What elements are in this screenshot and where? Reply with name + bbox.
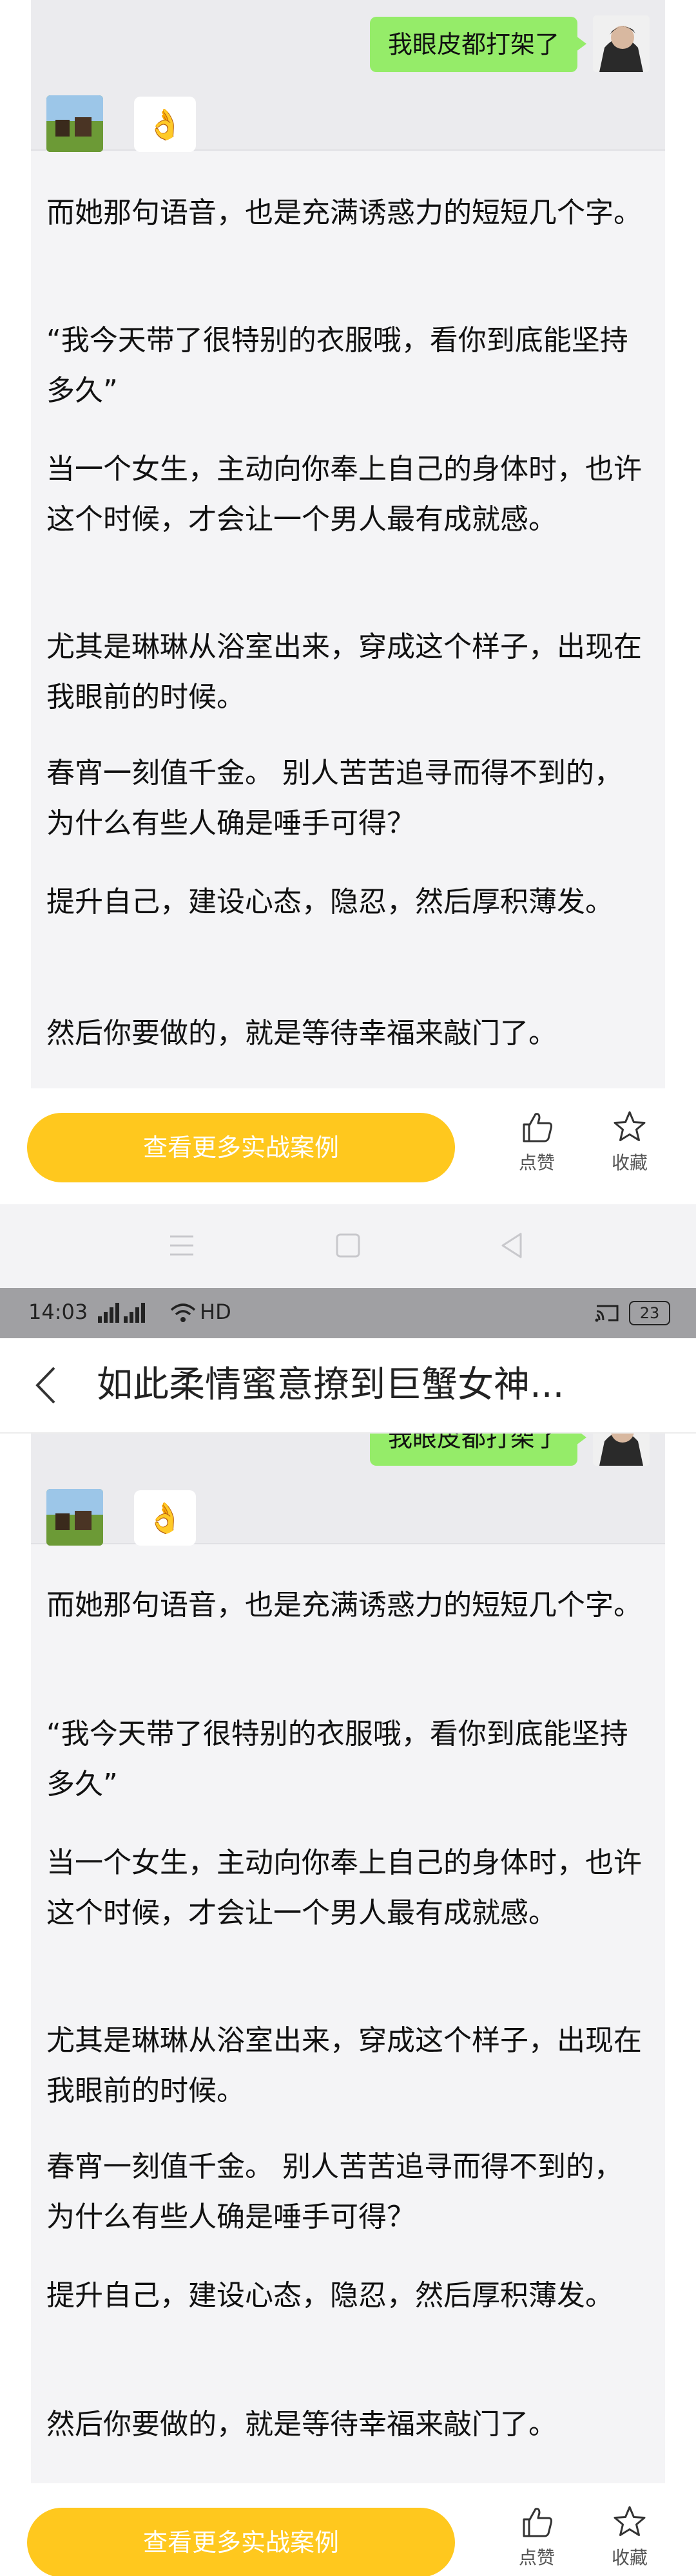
favorite-button[interactable]: 收藏 xyxy=(594,2504,665,2570)
like-button[interactable]: 点赞 xyxy=(501,1109,572,1175)
article-paragraph: 尤其是琳琳从浴室出来，穿成这个样子，出现在我眼前的时候。 xyxy=(46,630,642,714)
outgoing-message-bubble: 我眼皮都打架了 xyxy=(369,17,587,72)
wifi-icon xyxy=(170,1303,196,1322)
contact-avatar xyxy=(46,95,103,152)
view-more-cases-button[interactable]: 查看更多实战案例 xyxy=(27,2508,455,2576)
article-card: 我眼皮都打架了 👌 而她那句语音，也是充满诱惑力的短短几个字。 “我今天带了很特… xyxy=(31,1434,665,2483)
menu-nav-button[interactable] xyxy=(169,1231,195,1262)
thumbs-up-icon xyxy=(523,2508,552,2537)
favorite-label: 收藏 xyxy=(611,1152,648,1173)
view-more-cases-button[interactable]: 查看更多实战案例 xyxy=(27,1113,455,1182)
article-card: 我眼皮都打架了 👌 而她那句语音，也是充满诱惑力的短短几个字。 “我今天带了很特… xyxy=(31,0,665,1088)
cast-icon xyxy=(595,1305,619,1322)
article-paragraph: 当一个女生，主动向你奉上自己的身体时，也许这个时候，才会让一个男人最有成就感。 xyxy=(46,453,642,536)
network-indicator: HD xyxy=(200,1300,231,1324)
article-paragraph: 提升自己，建设心态，隐忍，然后厚积薄发。 xyxy=(46,2279,614,2312)
status-bar: 14:03 HD 23 xyxy=(0,1288,696,1338)
article-paragraph: 然后你要做的，就是等待幸福来敲门了。 xyxy=(46,1017,557,1050)
square-icon xyxy=(336,1233,360,1258)
ok-hand-emoji-message: 👌 xyxy=(134,1490,196,1546)
contact-avatar xyxy=(46,1489,103,1546)
favorite-label: 收藏 xyxy=(611,2547,648,2568)
page-header: 如此柔情蜜意撩到巨蟹女神... xyxy=(0,1338,696,1434)
article-paragraph: 然后你要做的，就是等待幸福来敲门了。 xyxy=(46,2408,557,2441)
article-paragraph: “我今天带了很特别的衣服哦，看你到底能坚持多久” xyxy=(46,1718,628,1801)
article-paragraph: 提升自己，建设心态，隐忍，然后厚积薄发。 xyxy=(46,886,614,918)
back-button[interactable] xyxy=(28,1364,67,1409)
battery-icon: 23 xyxy=(629,1301,670,1325)
article-paragraph: 而她那句语音，也是充满诱惑力的短短几个字。 xyxy=(46,1589,642,1622)
page-title: 如此柔情蜜意撩到巨蟹女神... xyxy=(97,1364,565,1406)
article-paragraph: 当一个女生，主动向你奉上自己的身体时，也许这个时候，才会让一个男人最有成就感。 xyxy=(46,1846,642,1929)
article-paragraph: 春宵一刻值千金。 别人苦苦追寻而得不到的，为什么有些人确是唾手可得？ xyxy=(46,2150,623,2233)
ok-hand-emoji-message: 👌 xyxy=(134,97,196,152)
chevron-left-icon xyxy=(35,1367,55,1404)
like-label: 点赞 xyxy=(518,1152,555,1173)
star-icon xyxy=(614,2506,646,2536)
star-icon xyxy=(614,1111,646,1141)
outgoing-message-bubble: 我眼皮都打架了 xyxy=(369,1434,587,1466)
user-avatar xyxy=(593,15,650,72)
thumbs-up-icon xyxy=(523,1113,552,1142)
screenshot-top: 我眼皮都打架了 👌 而她那句语音，也是充满诱惑力的短短几个字。 “我今天带了很特… xyxy=(0,0,696,1204)
like-label: 点赞 xyxy=(518,2547,555,2568)
article-paragraph: “我今天带了很特别的衣服哦，看你到底能坚持多久” xyxy=(46,324,628,407)
system-navigation-bar xyxy=(0,1204,696,1288)
article-paragraph: 春宵一刻值千金。 别人苦苦追寻而得不到的，为什么有些人确是唾手可得？ xyxy=(46,757,623,840)
chat-screenshot: 我眼皮都打架了 👌 xyxy=(31,0,665,152)
battery-level: 23 xyxy=(639,1304,660,1322)
back-nav-button[interactable] xyxy=(499,1231,525,1262)
status-time: 14:03 xyxy=(28,1300,88,1324)
back-triangle-icon xyxy=(501,1233,522,1258)
action-bar: 查看更多实战案例 点赞 收藏 xyxy=(0,1101,696,1198)
favorite-button[interactable]: 收藏 xyxy=(594,1109,665,1175)
chat-screenshot: 我眼皮都打架了 👌 xyxy=(31,1434,665,1546)
signal-icon xyxy=(98,1303,145,1323)
user-avatar xyxy=(593,1434,650,1466)
like-button[interactable]: 点赞 xyxy=(501,2504,572,2570)
home-nav-button[interactable] xyxy=(335,1231,361,1262)
action-bar: 查看更多实战案例 点赞 收藏 xyxy=(0,2496,696,2576)
article-paragraph: 尤其是琳琳从浴室出来，穿成这个样子，出现在我眼前的时候。 xyxy=(46,2024,642,2107)
article-paragraph: 而她那句语音，也是充满诱惑力的短短几个字。 xyxy=(46,196,642,229)
screenshot-bottom: 我眼皮都打架了 👌 而她那句语音，也是充满诱惑力的短短几个字。 “我今天带了很特… xyxy=(0,1434,696,2576)
menu-icon xyxy=(170,1235,193,1256)
